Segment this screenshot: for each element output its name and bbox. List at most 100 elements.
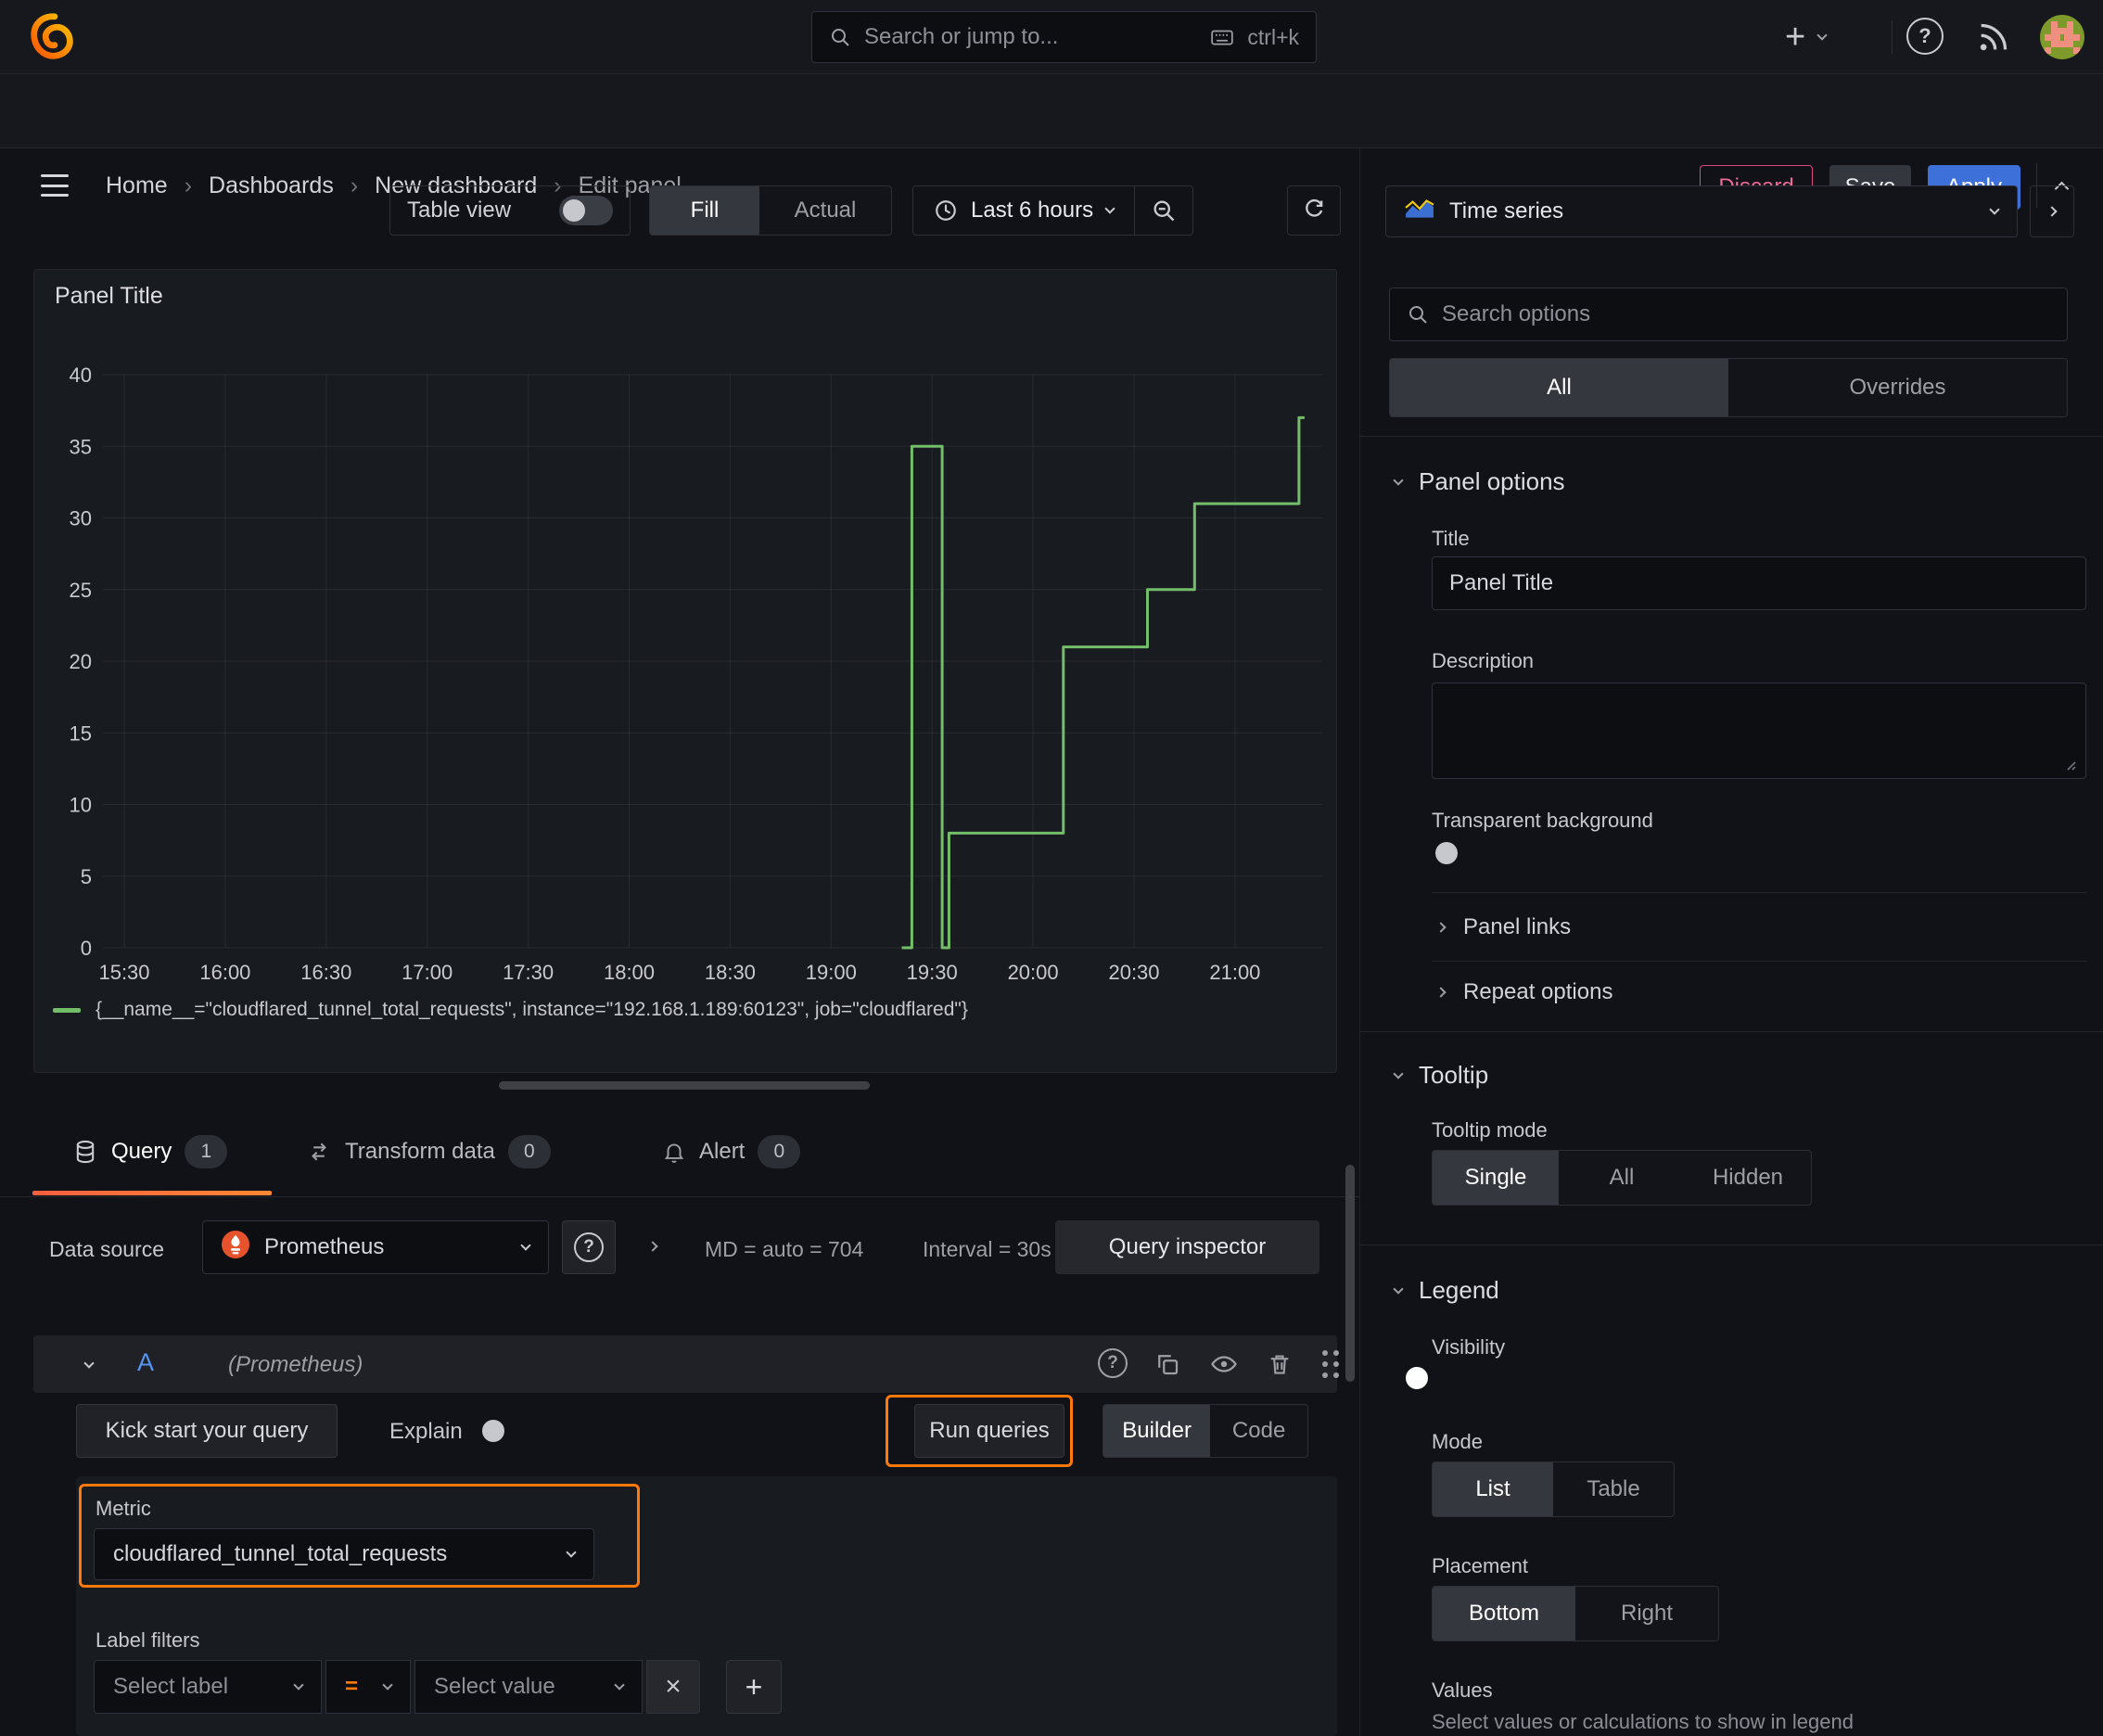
time-range-label: Last 6 hours — [971, 198, 1094, 223]
tooltip-mode-hidden[interactable]: Hidden — [1685, 1151, 1811, 1205]
metric-select[interactable]: cloudflared_tunnel_total_requests — [94, 1528, 594, 1580]
timeseries-chart[interactable]: 0 5 10 15 20 25 30 35 40 15:30 16:00 16:30 17:00 17:3… — [34, 270, 1338, 1074]
select-label-dropdown[interactable]: Select label — [94, 1660, 322, 1714]
resize-handle-icon[interactable] — [2062, 757, 2077, 776]
vertical-scrollbar[interactable] — [1345, 1165, 1355, 1382]
run-queries-button[interactable]: Run queries — [914, 1404, 1064, 1458]
tab-query[interactable]: Query 1 — [72, 1135, 228, 1168]
code-option[interactable]: Code — [1210, 1405, 1307, 1457]
tab-transform-count: 0 — [507, 1135, 551, 1168]
chevron-down-icon — [1104, 203, 1115, 214]
panel-title-input[interactable] — [1432, 556, 2086, 610]
query-inspector-button[interactable]: Query inspector — [1055, 1220, 1319, 1274]
transform-icon — [306, 1139, 332, 1165]
kick-start-button[interactable]: Kick start your query — [76, 1404, 338, 1458]
datasource-name: Prometheus — [264, 1234, 385, 1259]
horizontal-resize-handle[interactable] — [499, 1081, 870, 1090]
chevron-right-icon — [1435, 922, 1447, 933]
svg-text:0: 0 — [81, 937, 92, 960]
drag-query-handle[interactable] — [1322, 1350, 1339, 1378]
divider — [1432, 961, 2086, 962]
select-value-dropdown[interactable]: Select value — [414, 1660, 643, 1714]
tab-transform-data[interactable]: Transform data 0 — [306, 1135, 551, 1168]
chevron-down-icon — [566, 1547, 577, 1558]
panel-options-section-header[interactable]: Panel options — [1393, 467, 1565, 496]
datasource-help-button[interactable]: ? — [562, 1220, 616, 1274]
builder-code-segmented: Builder Code — [1102, 1404, 1308, 1458]
svg-text:30: 30 — [70, 507, 92, 530]
description-field-label: Description — [1432, 649, 1535, 672]
datasource-picker[interactable]: Prometheus — [202, 1220, 549, 1274]
menu-toggle-icon[interactable] — [41, 174, 69, 197]
legend-mode-list[interactable]: List — [1433, 1462, 1553, 1516]
time-range-picker[interactable]: Last 6 hours — [913, 186, 1134, 235]
top-nav: ctrl+k + ? — [0, 0, 2103, 74]
legend-series-swatch — [53, 1007, 81, 1013]
label-filters-label: Label filters — [96, 1628, 200, 1652]
remove-filter-button[interactable]: × — [646, 1660, 700, 1714]
add-filter-button[interactable]: + — [726, 1660, 782, 1714]
tab-overrides[interactable]: Overrides — [1728, 359, 2067, 416]
query-datasource-hint: (Prometheus) — [228, 1352, 363, 1377]
chart-legend[interactable]: {__name__="cloudflared_tunnel_total_requ… — [53, 999, 968, 1021]
panel-links-section[interactable]: Panel links — [1435, 914, 1572, 940]
svg-text:40: 40 — [70, 364, 92, 387]
interval-text: Interval = 30s — [923, 1237, 1052, 1261]
options-search-box[interactable] — [1389, 287, 2068, 341]
hide-query-icon[interactable] — [1209, 1350, 1239, 1378]
chevron-down-icon — [1393, 474, 1404, 486]
help-button[interactable]: ? — [1906, 18, 1944, 55]
visualization-picker[interactable]: Time series — [1385, 185, 2018, 237]
operator-dropdown[interactable]: = — [325, 1660, 411, 1714]
breadcrumb-dashboards[interactable]: Dashboards — [168, 172, 334, 199]
panel-options-title: Panel options — [1419, 467, 1565, 495]
question-icon: ? — [1918, 24, 1931, 47]
max-datapoints-text: MD = auto = 704 — [705, 1237, 864, 1261]
repeat-options-section[interactable]: Repeat options — [1435, 979, 1612, 1005]
toggle-viz-pane-button[interactable] — [2030, 185, 2074, 237]
svg-text:20: 20 — [70, 650, 92, 673]
timeseries-viz-icon — [1405, 198, 1434, 226]
tooltip-mode-single[interactable]: Single — [1433, 1151, 1559, 1205]
actual-option[interactable]: Actual — [759, 186, 891, 235]
question-icon: ? — [583, 1237, 594, 1257]
legend-placement-right[interactable]: Right — [1575, 1587, 1718, 1640]
options-expand-icon[interactable] — [647, 1241, 658, 1252]
tooltip-mode-all[interactable]: All — [1559, 1151, 1685, 1205]
news-rss-button[interactable] — [1975, 19, 2012, 56]
collapse-query-icon[interactable] — [83, 1358, 95, 1369]
global-search-box[interactable]: ctrl+k — [811, 11, 1317, 63]
fill-option[interactable]: Fill — [650, 186, 759, 235]
legend-placement-bottom[interactable]: Bottom — [1433, 1587, 1575, 1640]
tab-all[interactable]: All — [1390, 359, 1728, 416]
query-help-icon[interactable]: ? — [1098, 1348, 1128, 1378]
panel-links-label: Panel links — [1463, 914, 1572, 939]
svg-text:18:30: 18:30 — [705, 961, 756, 984]
legend-placement-label: Placement — [1432, 1554, 1528, 1577]
breadcrumb-home[interactable]: Home — [106, 172, 168, 199]
query-row-header[interactable]: A (Prometheus) ? — [33, 1335, 1339, 1393]
new-menu-button[interactable]: + — [1785, 17, 1828, 57]
duplicate-query-icon[interactable] — [1153, 1350, 1181, 1378]
table-view-toggle[interactable] — [559, 196, 613, 225]
refresh-button[interactable] — [1287, 185, 1341, 236]
legend-section-header[interactable]: Legend — [1393, 1276, 1499, 1305]
user-avatar[interactable] — [2040, 15, 2084, 64]
zoom-out-button[interactable] — [1135, 186, 1192, 235]
options-pane: Time series All Overrides Panel options … — [1359, 148, 2103, 1736]
tooltip-section-header[interactable]: Tooltip — [1393, 1061, 1488, 1090]
builder-option[interactable]: Builder — [1103, 1405, 1211, 1457]
panel-description-textarea[interactable] — [1432, 683, 2086, 779]
legend-mode-table[interactable]: Table — [1553, 1462, 1674, 1516]
bell-icon — [662, 1139, 686, 1165]
delete-query-icon[interactable] — [1267, 1350, 1293, 1378]
table-view-control: Table view — [389, 185, 631, 236]
tab-alert[interactable]: Alert 0 — [662, 1135, 801, 1168]
tab-alert-label: Alert — [699, 1139, 746, 1164]
grafana-logo-icon[interactable] — [28, 12, 78, 67]
chevron-down-icon — [1393, 1067, 1404, 1079]
options-search-input[interactable] — [1442, 301, 2050, 327]
global-search-input[interactable] — [864, 24, 1198, 50]
tab-query-count: 1 — [185, 1135, 228, 1168]
tabs-underline-divider — [0, 1196, 1359, 1197]
